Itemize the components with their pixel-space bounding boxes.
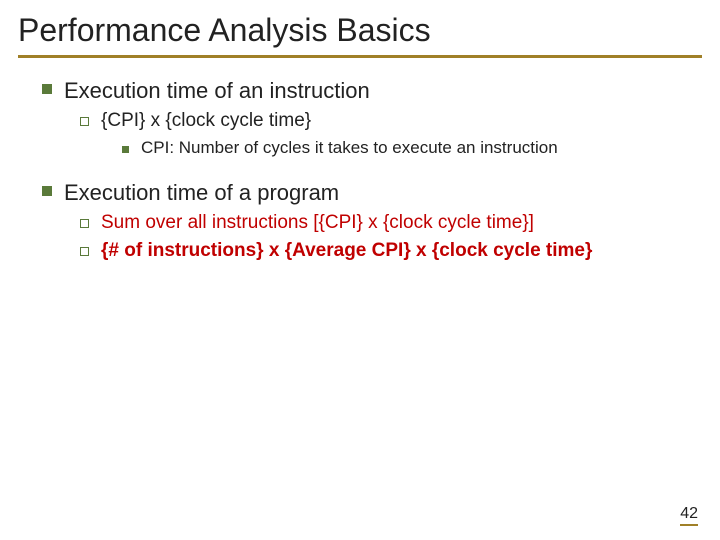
square-bullet-small-icon — [122, 146, 129, 153]
slide-title: Performance Analysis Basics — [18, 12, 702, 49]
square-bullet-hollow-icon — [80, 117, 89, 126]
section-spacer — [18, 164, 702, 180]
section2-line2-row: {# of instructions} x {Average CPI} x {c… — [80, 240, 702, 262]
square-bullet-hollow-icon — [80, 219, 89, 228]
section1-note-row: CPI: Number of cycles it takes to execut… — [122, 138, 702, 158]
section1-formula-row: {CPI} x {clock cycle time} — [80, 110, 702, 132]
section1-heading-row: Execution time of an instruction — [42, 78, 702, 104]
page-number: 42 — [680, 505, 698, 526]
section2-line1-row: Sum over all instructions [{CPI} x {cloc… — [80, 212, 702, 234]
title-rule — [18, 55, 702, 58]
section2-heading: Execution time of a program — [64, 180, 339, 206]
square-bullet-hollow-icon — [80, 247, 89, 256]
section2-heading-row: Execution time of a program — [42, 180, 702, 206]
section1-formula: {CPI} x {clock cycle time} — [101, 110, 311, 132]
section1-note: CPI: Number of cycles it takes to execut… — [141, 138, 558, 158]
section2-line2: {# of instructions} x {Average CPI} x {c… — [101, 240, 592, 262]
section2-line1: Sum over all instructions [{CPI} x {cloc… — [101, 212, 534, 234]
section1-heading: Execution time of an instruction — [64, 78, 370, 104]
slide-container: Performance Analysis Basics Execution ti… — [0, 0, 720, 262]
square-bullet-solid-icon — [42, 186, 52, 196]
square-bullet-solid-icon — [42, 84, 52, 94]
